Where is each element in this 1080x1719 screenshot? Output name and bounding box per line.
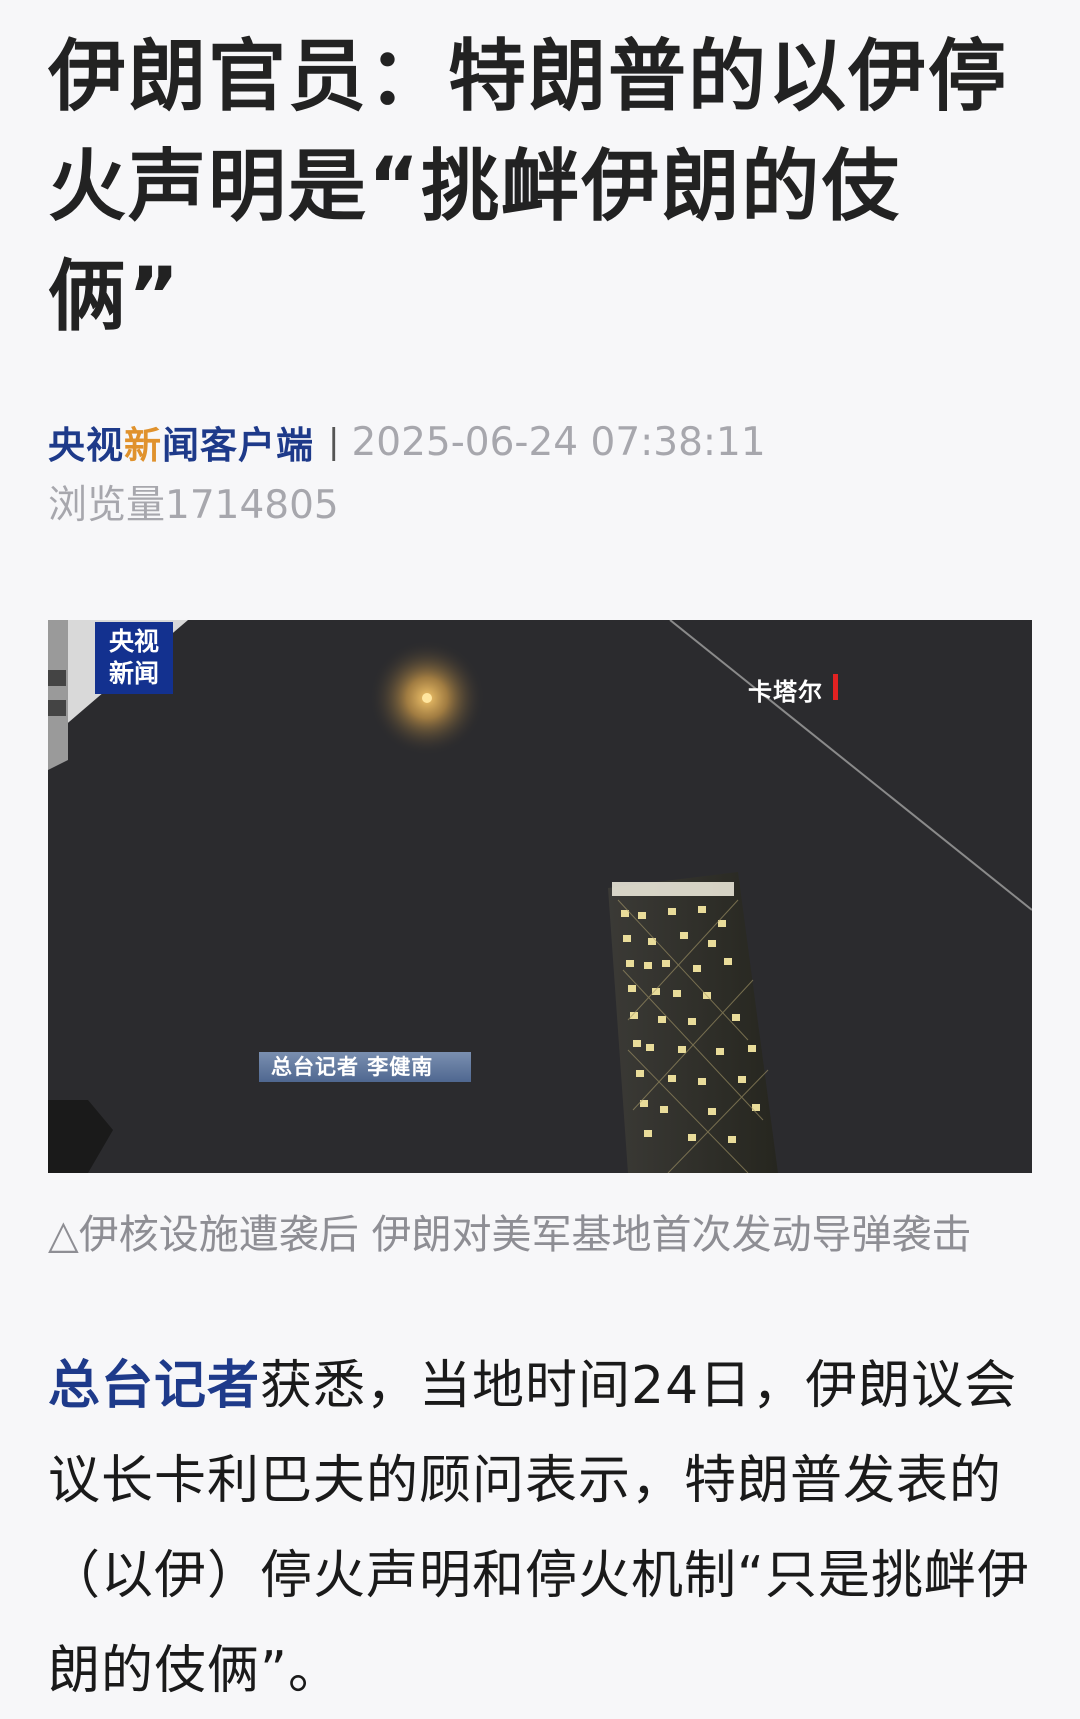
- article-meta: 央视新闻客户端 | 2025-06-24 07:38:11: [48, 412, 1032, 472]
- cctv-news-logo: 央视 新闻: [95, 622, 173, 694]
- source-name-part2: 闻客户端: [162, 424, 314, 467]
- article-body: 总台记者获悉，当地时间24日，伊朗议会议长卡利巴夫的顾问表示，特朗普发表的（以伊…: [48, 1339, 1032, 1719]
- view-count: 浏览量1714805: [48, 483, 339, 528]
- reporter-caption: 总台记者 李健南: [259, 1052, 471, 1082]
- logo-line-1: 央视: [108, 627, 159, 656]
- logo-line-2: 新闻: [108, 659, 159, 688]
- photo-caption: △伊核设施遭袭后 伊朗对美军基地首次发动导弹袭击: [48, 1212, 972, 1258]
- source-name-accent: 新: [124, 424, 162, 467]
- body-lead: 总台记者: [48, 1356, 261, 1416]
- publish-date: 2025-06-24 07:38:11: [351, 419, 766, 465]
- article-headline: 伊朗官员：特朗普的以伊停 火声明是“挑衅伊朗的伎俩”: [48, 0, 1032, 352]
- article-page: 伊朗官员：特朗普的以伊停 火声明是“挑衅伊朗的伎俩” 央视新闻客户端 | 202…: [48, 0, 1032, 1719]
- location-marker: [833, 674, 838, 700]
- moon-icon: [422, 693, 432, 703]
- source-link[interactable]: 央视新闻客户端: [48, 415, 314, 469]
- meta-divider: |: [328, 422, 340, 462]
- headline-line-1: 伊朗官员：特朗普的以伊停: [48, 32, 1009, 122]
- headline-line-2: 火声明是“挑衅伊朗的伎俩”: [48, 142, 902, 342]
- night-sky-scene: [48, 620, 1032, 1173]
- location-label: 卡塔尔: [748, 678, 823, 706]
- source-name-part1: 央视: [48, 424, 124, 467]
- news-photo[interactable]: 央视 新闻 卡塔尔 总台记者 李健南: [48, 620, 1032, 1173]
